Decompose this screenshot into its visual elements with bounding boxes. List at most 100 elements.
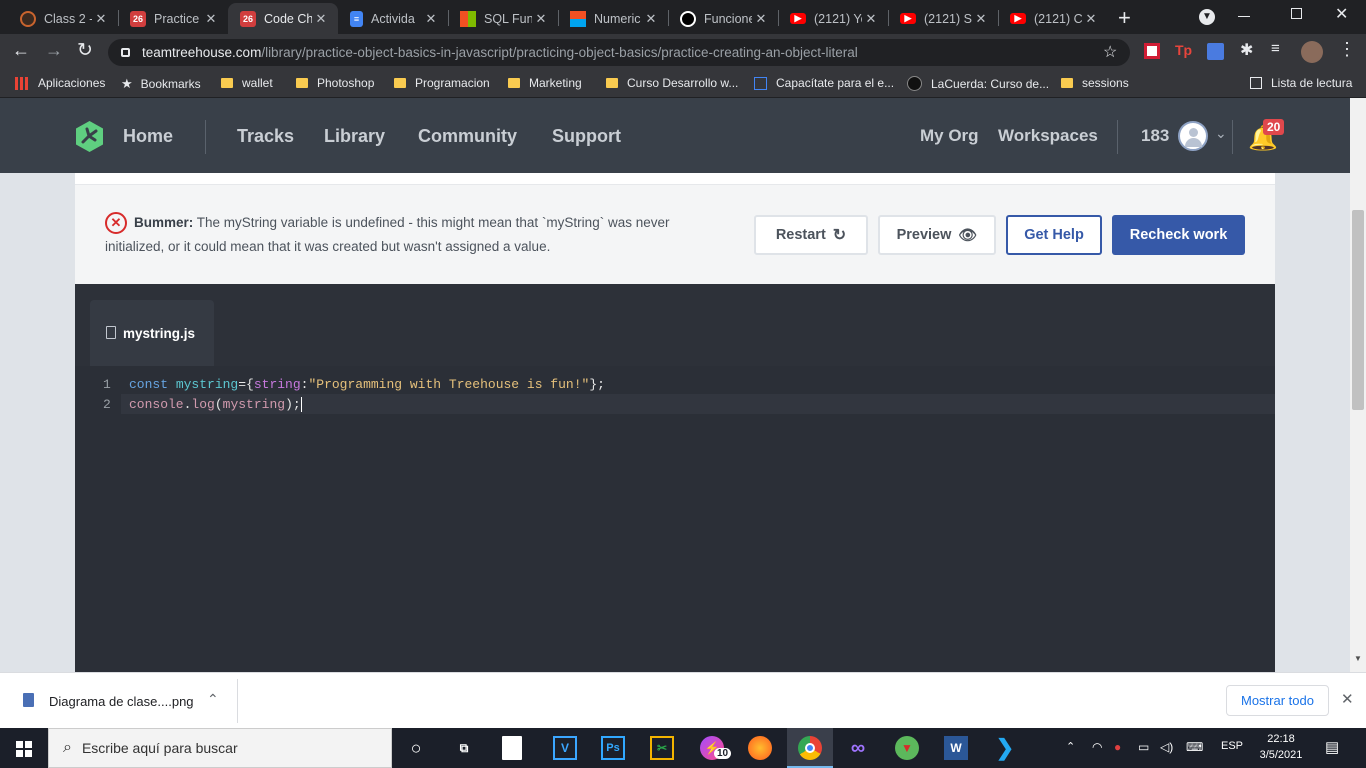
nav-home[interactable]: Home [123,126,173,147]
media-control-icon[interactable]: ≡ [1271,40,1280,57]
bookmark-folder[interactable]: Marketing [508,76,582,90]
close-tab-icon[interactable]: ✕ [642,11,660,27]
show-all-button[interactable]: Mostrar todo [1226,685,1329,716]
get-help-button[interactable]: Get Help [1006,215,1102,255]
chrome-taskbar-active[interactable] [787,728,833,768]
nav-tracks[interactable]: Tracks [237,126,294,147]
recheck-work-button[interactable]: Recheck work [1112,215,1245,255]
chevron-up-icon[interactable]: ⌃ [207,691,219,708]
address-bar[interactable]: teamtreehouse.com/library/practice-objec… [108,39,1130,66]
code-area[interactable]: 1 2 const mystring={string:"Programming … [75,366,1275,672]
browser-tab[interactable]: 26 Practice ✕ [118,3,228,34]
extension-icon[interactable] [1144,43,1160,59]
keyboard-icon[interactable]: ⌨ [1186,740,1203,754]
close-tab-icon[interactable]: ✕ [312,11,330,27]
bookmark-item[interactable]: Capacítate para el e... [754,76,894,90]
preview-button[interactable]: Preview 👁 [878,215,996,255]
close-tab-icon[interactable]: ✕ [1082,11,1100,27]
bookmark-apps[interactable]: Aplicaciones [15,76,105,90]
treehouse-logo-icon[interactable] [73,120,106,153]
bookmark-folder[interactable]: wallet [221,76,273,90]
new-tab-button[interactable]: + [1118,5,1131,31]
file-app-icon[interactable] [502,736,522,760]
tray-chevron-icon[interactable]: ⌃ [1066,740,1075,753]
wifi-icon[interactable]: ◠ [1092,740,1102,754]
code-line-2[interactable]: console.log(mystring); [129,397,302,413]
browser-tab-active[interactable]: 26 Code Ch ✕ [228,3,338,34]
bookmark-folder[interactable]: sessions [1061,76,1129,90]
close-tab-icon[interactable]: ✕ [202,11,220,27]
photoshop-app-icon[interactable]: Ps [601,736,625,760]
forward-arrow-icon[interactable]: → [45,40,63,61]
browser-tab[interactable]: Class 2 - ✕ [8,3,118,34]
clock-date: 3/5/2021 [1259,749,1303,761]
chevron-down-icon[interactable]: ⌄ [1215,125,1227,142]
translate-icon[interactable] [1207,43,1224,60]
notifications-center-icon[interactable]: ▤ [1325,738,1339,756]
taskbar-search[interactable]: ⌕ Escribe aquí para buscar [48,728,392,768]
close-tab-icon[interactable]: ✕ [422,11,440,27]
restore-icon[interactable] [1291,8,1302,19]
windows-start-icon[interactable] [16,741,32,757]
restart-button[interactable]: Restart ↻ [754,215,868,255]
cortana-icon[interactable]: ○ [404,736,428,760]
snip-tool-icon[interactable]: ✂ [650,736,674,760]
nav-library[interactable]: Library [324,126,385,147]
page-scrollbar[interactable]: ▼ [1350,98,1366,672]
browser-tab[interactable]: Funcione ✕ [668,3,778,34]
close-tab-icon[interactable]: ✕ [532,11,550,27]
tp-extension-icon[interactable]: Tp [1175,42,1192,58]
user-avatar[interactable] [1178,121,1208,151]
nav-workspaces[interactable]: Workspaces [998,126,1098,146]
language-indicator[interactable]: ESP [1221,740,1243,752]
browser-tab[interactable]: SQL Fun ✕ [448,3,558,34]
bookmark-star-icon[interactable]: ☆ [1103,42,1117,62]
nav-community[interactable]: Community [418,126,517,147]
browser-tab[interactable]: ▶ (2121) Yo ✕ [778,3,888,34]
puzzle-icon[interactable]: ✱ [1240,40,1253,60]
bookmark-folder[interactable]: Curso Desarrollo w... [606,76,738,90]
browser-tab[interactable]: Numeric ✕ [558,3,668,34]
close-tab-icon[interactable]: ✕ [862,11,880,27]
app-shield-icon[interactable]: ▼ [895,736,919,760]
reading-list[interactable]: Lista de lectura [1250,76,1352,90]
browser-tab[interactable]: ▶ (2121) S ✕ [888,3,998,34]
network-error-icon[interactable]: ● [1114,740,1121,754]
battery-icon[interactable]: ▭ [1138,740,1149,754]
bookmark-folder[interactable]: Programacion [394,76,490,90]
file-tab[interactable]: mystring.js [90,300,214,366]
nav-my-org[interactable]: My Org [920,126,979,146]
clock[interactable]: 22:18 3/5/2021 [1256,731,1306,763]
close-downloads-icon[interactable]: ✕ [1341,690,1354,708]
visual-studio-icon[interactable]: ∞ [846,736,870,760]
url-text[interactable]: teamtreehouse.com/library/practice-objec… [142,45,858,60]
bookmark-item[interactable]: LaCuerda: Curso de... [907,76,1049,91]
bookmark-folder[interactable]: Photoshop [296,76,374,90]
close-window-icon[interactable]: ✕ [1335,4,1348,24]
scroll-down-arrow-icon[interactable]: ▼ [1354,654,1362,663]
profile-avatar[interactable] [1301,41,1323,63]
browser-tab[interactable]: ≡ Activida ✕ [338,3,448,34]
reload-icon[interactable]: ↻ [77,39,93,62]
close-tab-icon[interactable]: ✕ [752,11,770,27]
firefox-app-icon[interactable] [748,736,772,760]
scrollbar-thumb[interactable] [1352,210,1364,410]
vscode-app-icon[interactable]: ❯ [993,735,1017,760]
nav-support[interactable]: Support [552,126,621,147]
close-tab-icon[interactable]: ✕ [972,11,990,27]
bookmark-item[interactable]: ★ Bookmarks [121,76,201,92]
volume-icon[interactable]: ◁) [1160,740,1173,754]
folder-icon [296,78,308,88]
browser-tab[interactable]: ▶ (2121) C ✕ [998,3,1108,34]
download-filename[interactable]: Diagrama de clase....png [49,694,194,709]
visio-app-icon[interactable]: V [553,736,577,760]
back-arrow-icon[interactable]: ← [12,40,30,61]
word-app-icon[interactable]: W [944,736,968,760]
restart-icon: ↻ [832,227,847,244]
code-line-1[interactable]: const mystring={string:"Programming with… [129,377,605,392]
minimize-icon[interactable] [1238,16,1250,17]
menu-dots-icon[interactable]: ⋮ [1338,39,1356,60]
tab-search-icon[interactable]: ▼ [1199,9,1215,25]
close-tab-icon[interactable]: ✕ [92,11,110,27]
task-view-icon[interactable]: ⧉ [452,736,476,760]
